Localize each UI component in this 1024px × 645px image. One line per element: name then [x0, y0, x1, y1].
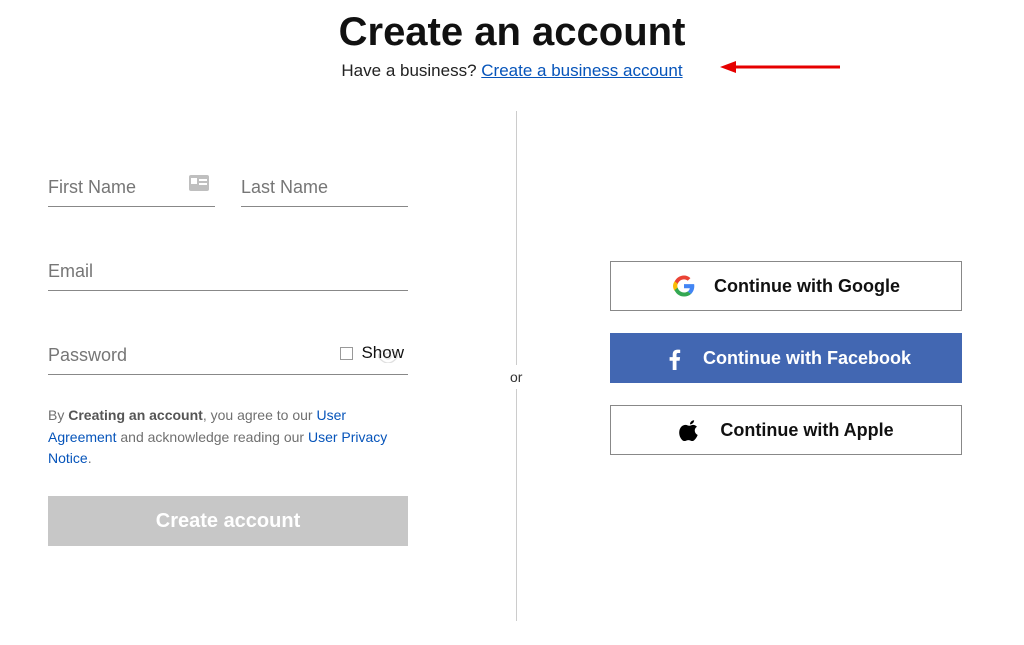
oauth-buttons: Continue with Google Continue with Faceb… [610, 261, 962, 455]
apple-icon [678, 418, 702, 442]
have-business-text: Have a business? [341, 61, 476, 80]
apple-button-label: Continue with Apple [720, 420, 893, 441]
terms-text: By Creating an account, you agree to our… [48, 405, 408, 470]
page-title: Create an account [0, 10, 1024, 55]
last-name-field[interactable] [241, 171, 408, 207]
google-button-label: Continue with Google [714, 276, 900, 297]
annotation-arrow-icon [720, 57, 840, 77]
business-prompt-row: Have a business? Create a business accou… [0, 61, 1024, 81]
or-divider-label: or [508, 365, 524, 389]
continue-with-facebook-button[interactable]: Continue with Facebook [610, 333, 962, 383]
facebook-button-label: Continue with Facebook [703, 348, 911, 369]
show-password-checkbox[interactable] [340, 347, 353, 360]
autofill-contact-icon [189, 175, 209, 196]
create-account-button[interactable]: Create account [48, 496, 408, 546]
continue-with-google-button[interactable]: Continue with Google [610, 261, 962, 311]
show-password-toggle[interactable]: Show [340, 343, 404, 363]
email-field[interactable] [48, 255, 408, 291]
facebook-icon [661, 346, 685, 370]
show-password-label: Show [361, 343, 404, 363]
create-business-account-link[interactable]: Create a business account [481, 61, 682, 80]
continue-with-apple-button[interactable]: Continue with Apple [610, 405, 962, 455]
signup-form: Show By Creating an account, you agree t… [48, 171, 408, 546]
google-icon [672, 274, 696, 298]
